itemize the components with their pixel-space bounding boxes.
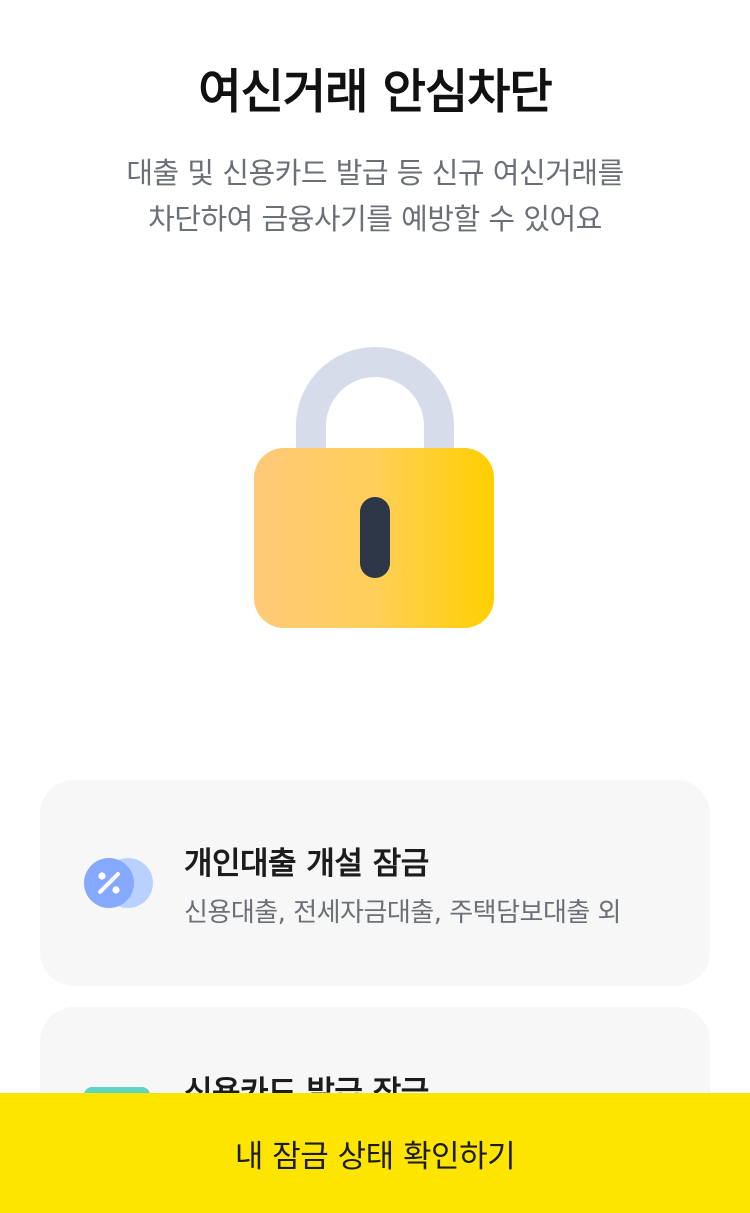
subtitle-line-2: 차단하여 금융사기를 예방할 수 있어요 [148, 202, 602, 236]
page-title: 여신거래 안심차단 [198, 65, 552, 120]
lock-service-page: 여신거래 안심차단 대출 및 신용카드 발급 등 신규 여신거래를 차단하여 금… [0, 0, 750, 1213]
padlock-icon [245, 340, 505, 640]
card-description: 신용대출, 전세자금대출, 주택담보대출 외 [184, 898, 621, 928]
subtitle-line-1: 대출 및 신용카드 발급 등 신규 여신거래를 [126, 156, 624, 190]
page-subtitle: 대출 및 신용카드 발급 등 신규 여신거래를 차단하여 금융사기를 예방할 수… [0, 150, 750, 242]
loan-lock-card[interactable]: 개인대출 개설 잠금 신용대출, 전세자금대출, 주택담보대출 외 [40, 780, 710, 986]
card-title: 개인대출 개설 잠금 [184, 846, 429, 882]
percent-coin-icon [82, 857, 154, 913]
check-lock-status-button[interactable]: 내 잠금 상태 확인하기 [0, 1093, 750, 1213]
